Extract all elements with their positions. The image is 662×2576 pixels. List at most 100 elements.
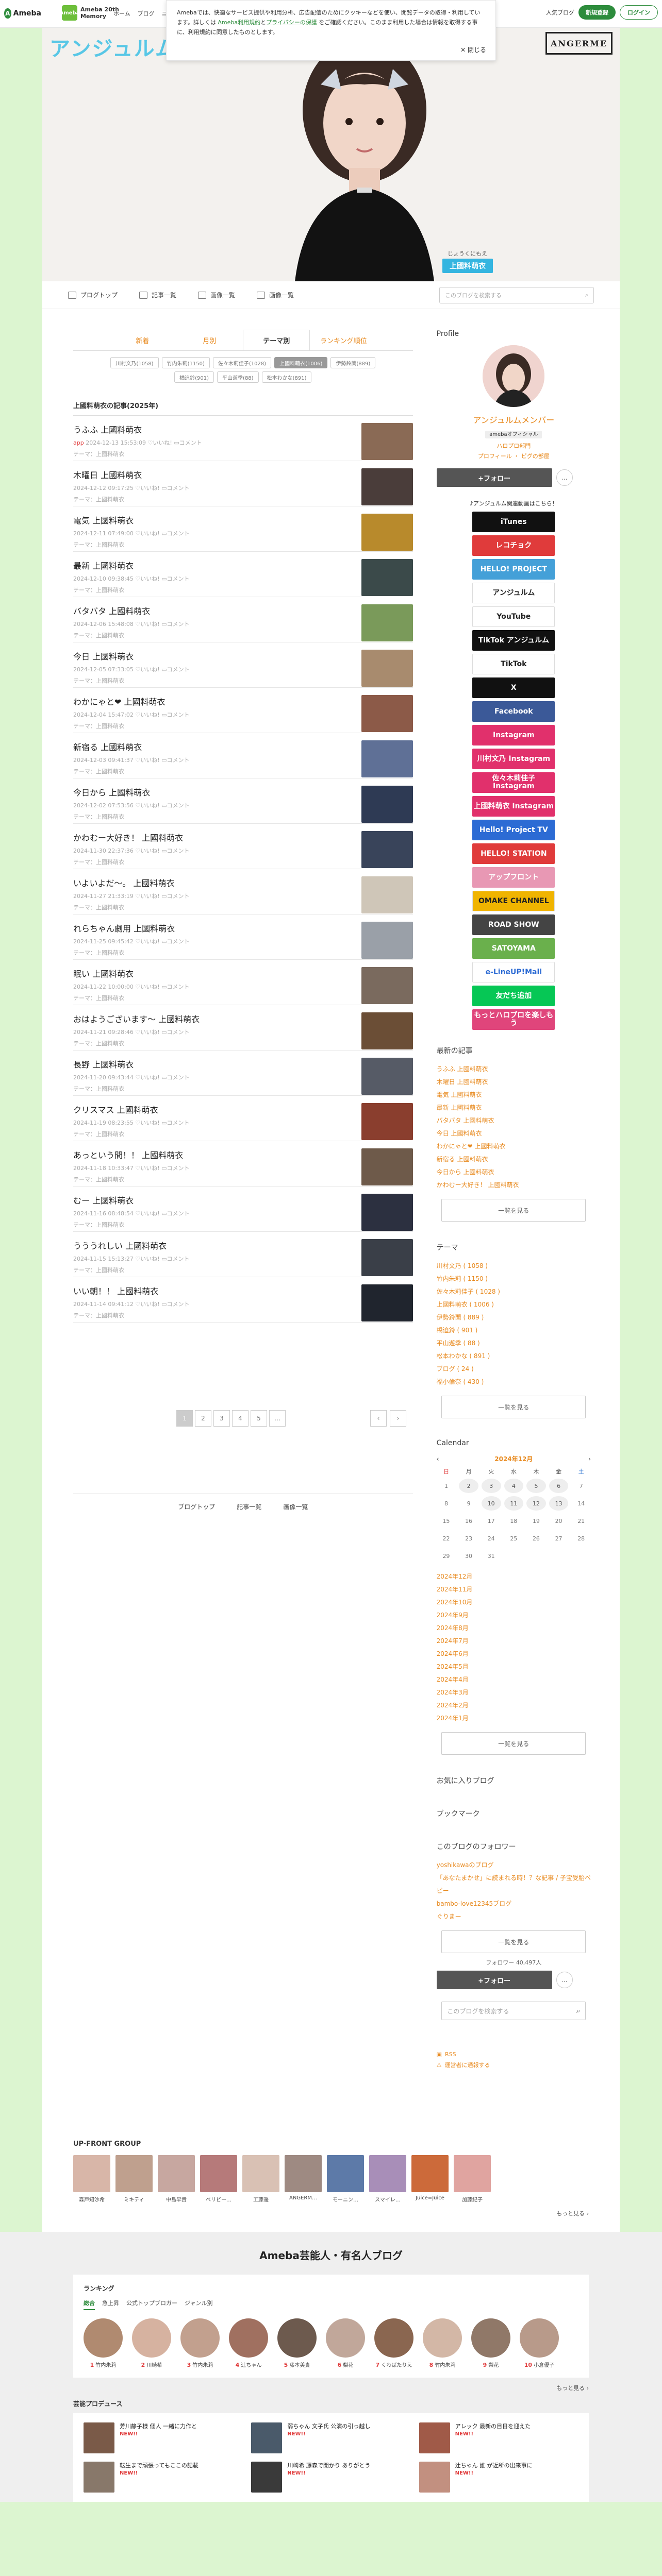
archive-more-button[interactable]: 一覧を見る (441, 1732, 586, 1755)
producer-item[interactable]: 川崎希 藤森で聞かり ありがとう NEW!! (251, 2462, 410, 2493)
recent-entry-link[interactable]: 新宿る 上國料萌衣 (437, 1153, 591, 1166)
likes-label[interactable]: いいね! (140, 1074, 159, 1081)
comments-label[interactable]: コメント (167, 984, 190, 990)
link-banner[interactable]: レコチョク (472, 535, 555, 556)
entry-title[interactable]: うううれしい 上國料萌衣 (73, 1239, 361, 1251)
link-banner[interactable]: OMAKE CHANNEL (472, 891, 555, 911)
page-button[interactable]: 3 (213, 1410, 230, 1427)
entry-title[interactable]: れらちゃん劇用 上國料萌衣 (73, 922, 361, 934)
link-banner[interactable]: Instagram (472, 725, 555, 745)
ranking-tab[interactable]: 急上昇 (102, 2299, 119, 2310)
producer-item[interactable]: 芳川静子様 個人 一緒に力作と NEW!! (84, 2422, 243, 2453)
theme-chip[interactable]: 平山遊季(88) (217, 371, 259, 383)
comments-label[interactable]: コメント (167, 711, 190, 718)
bottom-top-link[interactable]: ブログトップ (178, 1502, 215, 1511)
comments-label[interactable]: コメント (167, 621, 190, 628)
entry-title[interactable]: いい朝！！ 上國料萌衣 (73, 1284, 361, 1297)
recent-entry-link[interactable]: うふふ 上國料萌衣 (437, 1063, 591, 1076)
likes-label[interactable]: いいね! (140, 938, 159, 945)
entry-thumbnail[interactable] (361, 831, 413, 868)
entry-theme[interactable]: テーマ：上國料萌衣 (73, 903, 361, 911)
calendar-day[interactable]: 10 (481, 1496, 501, 1511)
ranking-tab[interactable]: 公式トップブロガー (126, 2299, 177, 2310)
theme-link[interactable]: 上國料萌衣 ( 1006 ) (437, 1298, 591, 1311)
follower-link[interactable]: bambo-love12345ブログ (437, 1897, 591, 1910)
entry-thumbnail[interactable] (361, 876, 413, 913)
profile-links[interactable]: プロフィール ・ ピグの部屋 (437, 452, 591, 460)
ranking-item[interactable]: 3 竹内朱莉 (180, 2318, 220, 2368)
global-nav-item[interactable]: ブログ (138, 9, 155, 18)
entry-thumbnail[interactable] (361, 967, 413, 1004)
entry-thumbnail[interactable] (361, 740, 413, 777)
profile-category[interactable]: ハロプロ部門 (437, 442, 591, 450)
group-member[interactable]: Juice=Juice (411, 2155, 449, 2203)
search-icon[interactable]: ⌕ (576, 2007, 580, 2015)
archive-link[interactable]: 2024年9月 (437, 1609, 591, 1622)
link-banner[interactable]: HELLO! STATION (472, 843, 555, 864)
privacy-link[interactable]: プライバシーの保護 (266, 19, 317, 26)
group-member[interactable]: 森戸知沙希 (73, 2155, 110, 2203)
calendar-day[interactable]: 13 (549, 1496, 569, 1511)
page-button[interactable]: 2 (195, 1410, 211, 1427)
tab-item[interactable]: ランキング順位 (310, 330, 377, 350)
calendar-day[interactable]: 12 (526, 1496, 546, 1511)
link-banner[interactable]: HELLO! PROJECT (472, 559, 555, 580)
ranking-item[interactable]: 5 藤本美貴 (277, 2318, 317, 2368)
global-nav-item[interactable]: ホーム (113, 9, 130, 18)
theme-link[interactable]: ブログ ( 24 ) (437, 1363, 591, 1376)
theme-chip[interactable]: 橋迫鈴(901) (174, 371, 214, 383)
ranking-item[interactable]: 9 梨花 (471, 2318, 510, 2368)
archive-link[interactable]: 2024年10月 (437, 1596, 591, 1609)
entry-thumbnail[interactable] (361, 1058, 413, 1095)
archive-link[interactable]: 2024年12月 (437, 1570, 591, 1583)
page-button[interactable]: 4 (232, 1410, 249, 1427)
producer-item[interactable]: 弱ちゃん 文子氏 公演の引っ越し NEW!! (251, 2422, 410, 2453)
group-member[interactable]: ANGERM… (285, 2155, 322, 2203)
search-icon[interactable]: ⌕ (585, 292, 588, 299)
ameba-logo[interactable]: A Ameba (4, 7, 41, 20)
likes-label[interactable]: いいね! (153, 439, 172, 446)
theme-link[interactable]: 福小倫奈 ( 430 ) (437, 1376, 591, 1388)
likes-label[interactable]: いいね! (140, 1165, 159, 1172)
comments-label[interactable]: コメント (179, 439, 202, 446)
bottom-images-link[interactable]: 画像一覧 (283, 1502, 308, 1511)
link-banner[interactable]: 友だち追加 (472, 986, 555, 1006)
entry-theme[interactable]: テーマ：上國料萌衣 (73, 1221, 361, 1229)
likes-label[interactable]: いいね! (140, 757, 159, 764)
entry-thumbnail[interactable] (361, 786, 413, 823)
entry-thumbnail[interactable] (361, 468, 413, 505)
likes-label[interactable]: いいね! (140, 666, 159, 673)
archive-link[interactable]: 2024年1月 (437, 1712, 591, 1725)
calendar-day[interactable]: 2 (459, 1479, 478, 1493)
cookie-close-button[interactable]: ✕ 閉じる (460, 45, 486, 55)
entry-theme[interactable]: テーマ：上國料萌衣 (73, 450, 361, 458)
group-member[interactable]: 加藤紀子 (454, 2155, 491, 2203)
link-banner[interactable]: Hello! Project TV (472, 820, 555, 840)
theme-more-button[interactable]: 一覧を見る (441, 1396, 586, 1418)
ranking-tab[interactable]: ジャンル別 (185, 2299, 212, 2310)
follow-button-bottom[interactable]: +フォロー (436, 1971, 552, 1989)
ranking-item[interactable]: 8 竹内朱莉 (423, 2318, 462, 2368)
entry-thumbnail[interactable] (361, 1194, 413, 1231)
recent-entry-link[interactable]: バタバタ 上國料萌衣 (437, 1114, 591, 1127)
comments-label[interactable]: コメント (167, 757, 190, 764)
link-banner[interactable]: 上國料萌衣 Instagram (472, 796, 555, 817)
recent-entry-link[interactable]: 最新 上國料萌衣 (437, 1101, 591, 1114)
link-banner[interactable]: X (472, 677, 555, 698)
entry-title[interactable]: 今日 上國料萌衣 (73, 650, 361, 662)
entry-theme[interactable]: テーマ：上國料萌衣 (73, 1266, 361, 1274)
link-banner[interactable]: もっとハロプロを楽しもう (472, 1009, 555, 1030)
terms-link[interactable]: Ameba利用規約 (218, 19, 260, 26)
group-member[interactable]: ベリビー… (200, 2155, 237, 2203)
entry-title[interactable]: わかにゃと❤ 上國料萌衣 (73, 695, 361, 707)
theme-link[interactable]: 平山遊季 ( 88 ) (437, 1337, 591, 1350)
entry-theme[interactable]: テーマ：上國料萌衣 (73, 812, 361, 821)
recent-entry-link[interactable]: 電気 上國料萌衣 (437, 1089, 591, 1101)
entry-title[interactable]: かわむー大好き！ 上國料萌衣 (73, 831, 361, 843)
likes-label[interactable]: いいね! (140, 1120, 159, 1126)
entry-theme[interactable]: テーマ：上國料萌衣 (73, 994, 361, 1002)
theme-link[interactable]: 松本わかな ( 891 ) (437, 1350, 591, 1363)
calendar-day[interactable]: 11 (504, 1496, 524, 1511)
comments-label[interactable]: コメント (167, 1210, 190, 1217)
group-member[interactable]: 中島早貴 (158, 2155, 195, 2203)
